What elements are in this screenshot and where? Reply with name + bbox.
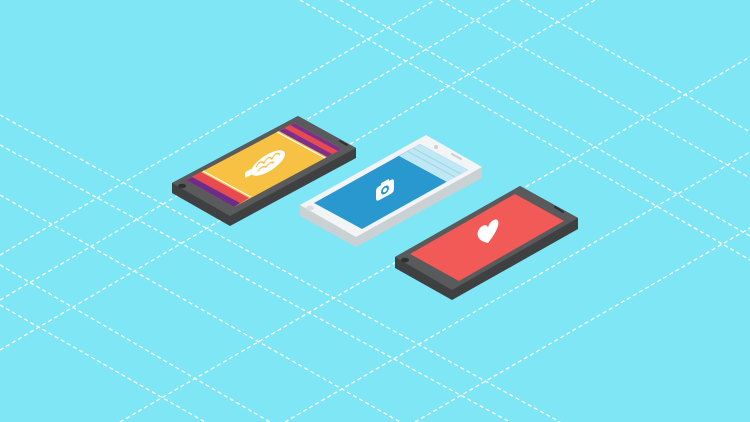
illustration-canvas [0, 0, 750, 422]
phone-center-home-button [306, 205, 314, 211]
phone-center-front-camera [434, 145, 438, 149]
phone-right-home-button [401, 257, 409, 263]
phone-left-home-button [178, 183, 186, 189]
isometric-phones-illustration [0, 0, 750, 422]
